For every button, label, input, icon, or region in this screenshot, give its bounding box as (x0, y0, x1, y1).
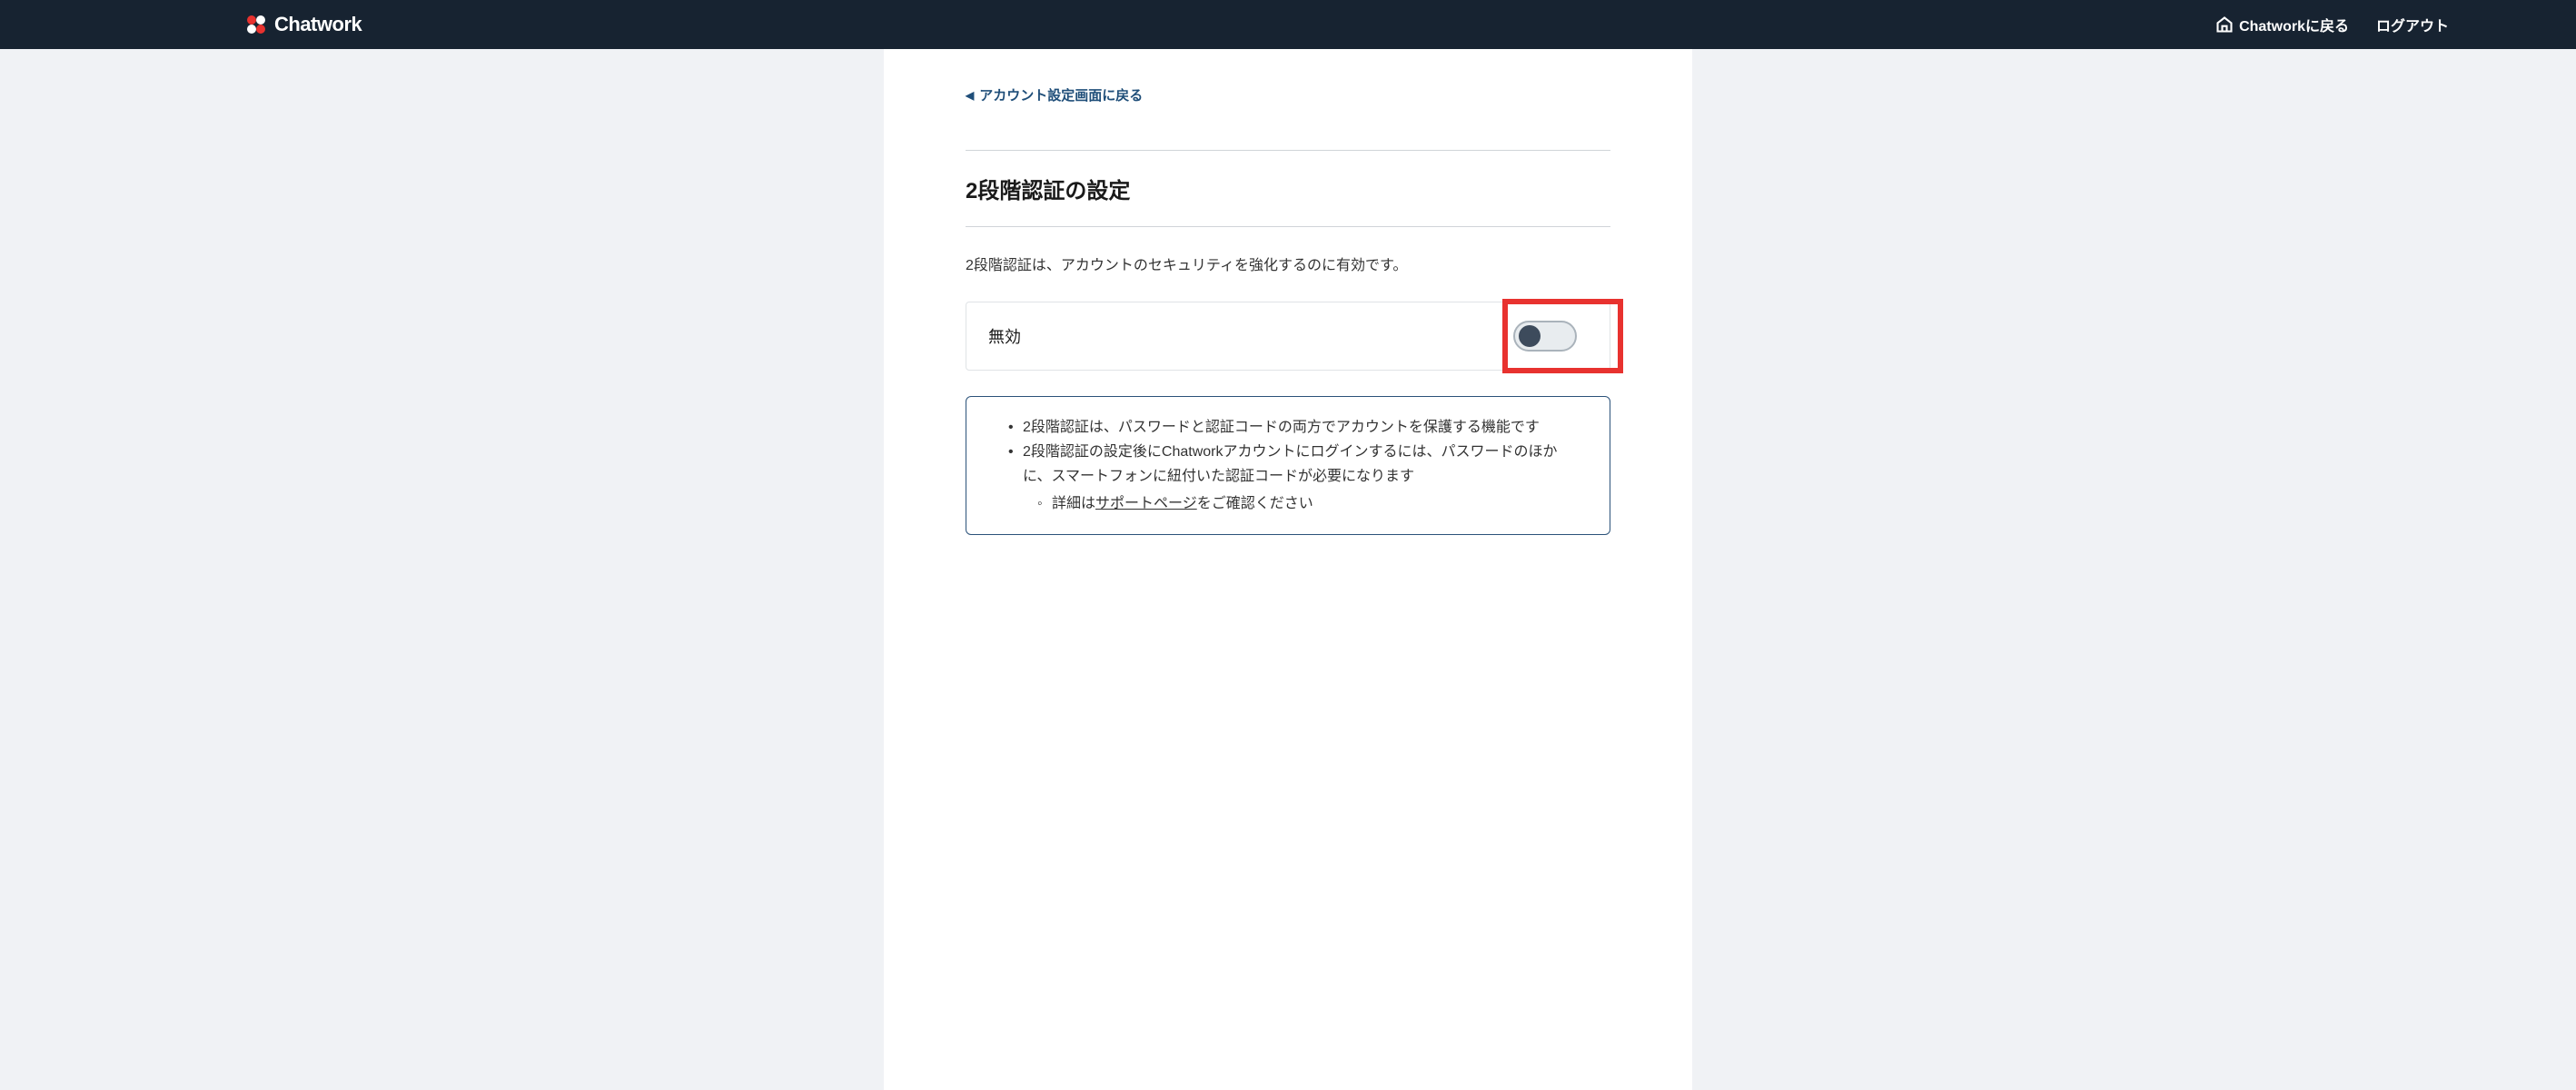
divider (966, 150, 1610, 151)
description-text: 2段階認証は、アカウントのセキュリティを強化するのに有効です。 (966, 253, 1610, 274)
info-sublist: 詳細はサポートページをご確認ください (1023, 491, 1584, 516)
home-icon (2215, 15, 2234, 34)
toggle-status-label: 無効 (988, 324, 1021, 348)
back-to-account-settings-link[interactable]: ◀ アカウント設定画面に戻る (966, 85, 1143, 104)
header: Chatwork Chatworkに戻る ログアウト (0, 0, 2576, 49)
chatwork-logo-icon (245, 14, 267, 35)
logo[interactable]: Chatwork (245, 13, 362, 36)
page-title: 2段階認証の設定 (966, 173, 1610, 204)
nav-logout[interactable]: ログアウト (2376, 14, 2449, 35)
info-subitem: 詳細はサポートページをご確認ください (1037, 491, 1584, 516)
two-factor-toggle-card: 無効 (966, 302, 1610, 371)
nav-logout-label: ログアウト (2376, 14, 2449, 35)
info-item-2: 2段階認証の設定後にChatworkアカウントにログインするには、パスワードのほ… (1008, 440, 1584, 516)
support-page-link[interactable]: サポートページ (1095, 496, 1197, 511)
main-content: ◀ アカウント設定画面に戻る 2段階認証の設定 2段階認証は、アカウントのセキュ… (884, 49, 1692, 1090)
two-factor-toggle[interactable] (1513, 321, 1577, 352)
chevron-left-icon: ◀ (966, 89, 974, 102)
nav-back-to-chatwork[interactable]: Chatworkに戻る (2215, 14, 2349, 35)
header-nav: Chatworkに戻る ログアウト (2215, 14, 2449, 35)
nav-back-label: Chatworkに戻る (2239, 14, 2349, 35)
logo-text: Chatwork (274, 13, 362, 36)
info-list: 2段階認証は、パスワードと認証コードの両方でアカウントを保護する機能です 2段階… (992, 415, 1584, 516)
info-item-1: 2段階認証は、パスワードと認証コードの両方でアカウントを保護する機能です (1008, 415, 1584, 440)
toggle-knob (1519, 325, 1541, 347)
info-box: 2段階認証は、パスワードと認証コードの両方でアカウントを保護する機能です 2段階… (966, 396, 1610, 535)
back-link-label: アカウント設定画面に戻る (979, 85, 1143, 104)
divider (966, 226, 1610, 227)
